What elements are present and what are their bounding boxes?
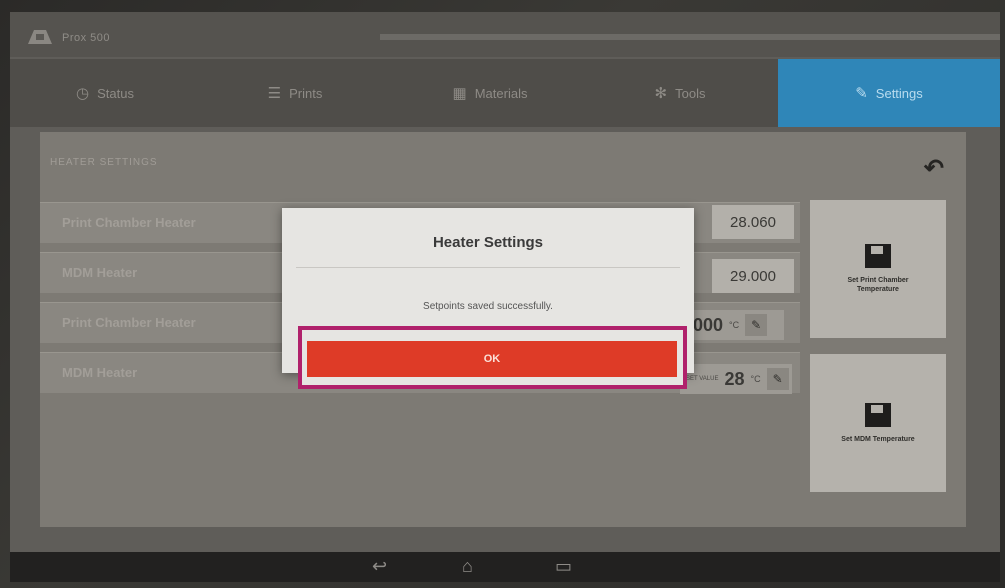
save-icon <box>865 402 891 427</box>
dialog-title: Heater Settings <box>432 234 544 251</box>
button-label: Set Print Chamber Temperature <box>847 277 909 293</box>
set-print-chamber-temperature-button[interactable]: Set Print Chamber Temperature <box>810 200 946 338</box>
mdm-setpoint: SET VALUE 28 °C ✎ <box>680 364 792 394</box>
ok-button[interactable]: OK <box>307 341 677 377</box>
back-icon[interactable]: ↶ <box>924 154 944 183</box>
set-mdm-temperature-button[interactable]: Set MDM Temperature <box>810 354 946 492</box>
system-nav-bar: ↩ ⌂ ▭ <box>10 552 1000 582</box>
tab-label: Tools <box>675 85 706 101</box>
setpoint-unit: °C <box>750 374 761 384</box>
tab-status[interactable]: ◷ Status <box>50 59 160 127</box>
edit-pencil-icon[interactable]: ✎ <box>745 314 768 336</box>
tab-settings[interactable]: ✎ Settings <box>778 59 1000 127</box>
row-label: MDM Heater <box>62 265 138 280</box>
edit-pencil-icon[interactable]: ✎ <box>766 368 789 390</box>
app-header: Prox 500 <box>10 12 1000 57</box>
home-nav-icon[interactable]: ⌂ <box>462 556 473 577</box>
setpoint-label: SET VALUE <box>686 375 719 382</box>
panel-title: HEATER SETTINGS <box>50 157 158 168</box>
row-label: Print Chamber Heater <box>62 215 196 230</box>
recent-apps-icon[interactable]: ▭ <box>555 556 572 577</box>
button-label: Set MDM Temperature <box>841 435 915 443</box>
dialog-divider <box>296 267 680 268</box>
setpoint-value: 28 <box>724 368 745 389</box>
setpoint-unit: °C <box>729 320 740 330</box>
list-icon: ☰ <box>267 85 282 102</box>
tab-prints[interactable]: ☰ Prints <box>240 59 350 127</box>
print-chamber-current-value: 28.060 <box>712 205 794 239</box>
dialog-message: Setpoints saved successfully. <box>423 301 553 312</box>
row-label: Print Chamber Heater <box>62 315 196 330</box>
wrench-icon: ✎ <box>855 85 868 102</box>
main-tabs: ◷ Status ☰ Prints ▦ Materials ✻ Tools ✎ … <box>10 59 1000 127</box>
tab-materials[interactable]: ▦ Materials <box>425 59 555 127</box>
tab-label: Status <box>97 85 134 101</box>
header-bar-decoration <box>380 34 1000 40</box>
back-nav-icon[interactable]: ↩ <box>372 556 387 577</box>
grid-icon: ▦ <box>452 85 467 102</box>
app-name: Prox 500 <box>62 32 111 44</box>
row-label: MDM Heater <box>62 365 138 380</box>
tablet-screen: Prox 500 ◷ Status ☰ Prints ▦ Materials ✻… <box>10 12 1000 582</box>
app-logo-icon <box>28 30 52 44</box>
gear-icon: ✻ <box>654 85 668 102</box>
clock-icon: ◷ <box>76 85 90 102</box>
save-icon <box>865 244 891 268</box>
mdm-current-value: 29.000 <box>712 259 794 293</box>
tab-tools[interactable]: ✻ Tools <box>625 59 735 127</box>
tab-label: Settings <box>875 85 923 101</box>
tab-label: Materials <box>474 85 528 101</box>
tab-label: Prints <box>289 85 323 101</box>
